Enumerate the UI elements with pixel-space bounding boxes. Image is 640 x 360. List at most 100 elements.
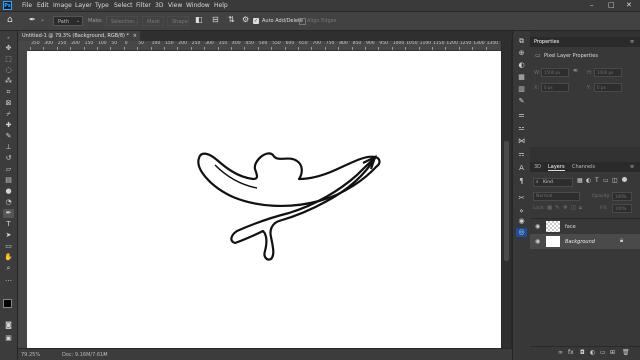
history-brush-tool-icon[interactable]: ↺ (3, 154, 14, 163)
channels-icon[interactable]: ⚎ (516, 150, 527, 159)
navigator-panel-icon[interactable]: ◉ (516, 217, 527, 226)
clone-stamp-tool-icon[interactable]: ⊥ (3, 143, 14, 152)
menu-filter[interactable]: Filter (136, 2, 151, 9)
menu-select[interactable]: Select (114, 2, 133, 9)
path-alignment-icon[interactable]: ⊟ (212, 15, 219, 24)
lock-pixels-icon[interactable]: ✎ (555, 205, 560, 211)
collapse-toolbar-icon[interactable]: » (3, 33, 14, 42)
trash-icon[interactable]: 🗑︎ (622, 349, 630, 356)
rectangle-tool-icon[interactable]: ▭ (3, 242, 14, 251)
character-panel-icon[interactable]: A (516, 164, 527, 173)
paragraph-panel-icon[interactable]: ¶ (516, 177, 527, 186)
link-dimensions-icon[interactable]: ∞ (573, 67, 578, 74)
lock-transparent-icon[interactable]: ▦ (547, 205, 552, 211)
menu-help[interactable]: Help (214, 2, 228, 9)
eyedropper-tool-icon[interactable]: ⌿ (3, 110, 14, 119)
layer-filter-select[interactable]: ⌕ Kind (533, 178, 573, 187)
menu-file[interactable]: File (22, 2, 32, 9)
more-tools-icon[interactable]: … (3, 275, 14, 284)
lock-all-icon[interactable]: 🔒︎ (579, 205, 582, 212)
make-selection-button[interactable]: Selection... (106, 16, 139, 26)
eye-icon[interactable]: ◉ (535, 238, 540, 245)
minimize-button[interactable]: – (590, 1, 594, 9)
lasso-tool-icon[interactable]: ◌ (3, 66, 14, 75)
hand-tool-icon[interactable]: ✋ (3, 253, 14, 262)
panel-menu-icon[interactable]: ≡ (630, 39, 634, 45)
zoom-tool-icon[interactable]: ⌕ (3, 264, 14, 273)
pen-tool-icon[interactable]: ✒ (3, 209, 14, 218)
tab-channels[interactable]: Channels (572, 164, 595, 170)
crop-tool-icon[interactable]: ⌗ (3, 88, 14, 97)
menu-3d[interactable]: 3D (155, 2, 163, 9)
eye-icon[interactable]: ◉ (535, 223, 540, 230)
layer-name[interactable]: face (565, 224, 576, 230)
path-selection-tool-icon[interactable]: ➤ (3, 231, 14, 240)
menu-layer[interactable]: Layer (75, 2, 92, 9)
layer-name[interactable]: Background (565, 239, 595, 245)
quick-select-tool-icon[interactable]: ⁂ (3, 77, 14, 86)
adjustments-panel-icon[interactable]: ⚌ (516, 111, 527, 120)
scrollbar-thumb[interactable] (504, 141, 509, 261)
layer-style-icon[interactable]: fx (568, 349, 574, 356)
healing-brush-tool-icon[interactable]: ✚ (3, 121, 14, 130)
tool-presets-icon[interactable]: ✂ (516, 194, 527, 203)
status-menu-icon[interactable]: › (103, 351, 105, 358)
gear-icon[interactable]: ⚙ (242, 15, 249, 24)
adjustment-layer-icon[interactable]: ◐ (590, 349, 595, 356)
brush-settings-icon[interactable]: ✎ (516, 97, 527, 106)
history-panel-icon[interactable]: ⧉ (516, 37, 527, 46)
document-tab[interactable]: Untitled-1 @ 79.3% (Background, RGB/8) *… (18, 31, 140, 41)
filter-smart-icon[interactable]: ◫ (612, 177, 618, 184)
marquee-tool-icon[interactable]: ⬚ (3, 55, 14, 64)
blur-tool-icon[interactable]: ● (3, 187, 14, 196)
menu-view[interactable]: View (168, 2, 182, 9)
close-window-button[interactable]: ✕ (626, 1, 632, 9)
home-icon[interactable]: ⌂ (7, 15, 13, 25)
new-layer-icon[interactable]: ⊞ (610, 349, 615, 356)
path-operations-icon[interactable]: ◧ (195, 15, 203, 24)
tab-layers[interactable]: Layers (548, 164, 565, 171)
width-field[interactable]: 1500 px (541, 68, 569, 77)
color-panel-icon[interactable]: ◐ (516, 61, 527, 70)
path-arrangement-icon[interactable]: ⇅ (228, 15, 235, 24)
screen-mode-icon[interactable]: ▣ (3, 334, 14, 343)
filter-shape-icon[interactable]: ▭ (603, 177, 609, 184)
blend-mode-select[interactable]: Normal (533, 192, 580, 201)
y-field[interactable]: 0 px (594, 83, 622, 92)
filter-type-icon[interactable]: T (595, 177, 599, 184)
lock-artboard-icon[interactable]: ◫ (571, 205, 576, 211)
styles-panel-icon[interactable]: ⚍ (516, 124, 527, 133)
menu-image[interactable]: Image (53, 2, 72, 9)
filter-pixel-icon[interactable]: ▦ (577, 177, 583, 184)
paths-panel-icon[interactable]: ⋈ (516, 137, 527, 146)
lock-position-icon[interactable]: ✥ (563, 205, 568, 211)
quick-mask-icon[interactable]: ◙ (3, 321, 14, 330)
filter-adjustment-icon[interactable]: ◐ (586, 177, 591, 184)
filter-toggle[interactable] (622, 177, 627, 182)
eraser-tool-icon[interactable]: ▱ (3, 165, 14, 174)
height-field[interactable]: 1000 px (594, 68, 622, 77)
frame-tool-icon[interactable]: ⊠ (3, 99, 14, 108)
new-group-icon[interactable]: ▭ (600, 349, 606, 356)
add-mask-icon[interactable]: ◘ (580, 349, 585, 356)
gradient-tool-icon[interactable]: ▤ (3, 176, 14, 185)
tab-3d[interactable]: 3D (534, 164, 541, 170)
layers-panel-menu-icon[interactable]: ≡ (630, 164, 634, 170)
link-layers-icon[interactable]: ∞ (558, 349, 563, 356)
opacity-field[interactable]: 100% (612, 192, 632, 201)
vertical-scrollbar[interactable] (502, 41, 511, 348)
dodge-tool-icon[interactable]: ◔ (3, 198, 14, 207)
maximize-button[interactable]: □ (608, 1, 615, 9)
make-shape-button[interactable]: Shape (167, 16, 189, 26)
preset-dropdown-icon[interactable]: ⌄ (40, 16, 45, 23)
brush-tool-icon[interactable]: ✎ (3, 132, 14, 141)
make-mask-button[interactable]: Mask (142, 16, 164, 26)
learn-panel-icon[interactable]: ⊕ (516, 49, 527, 58)
layer-row-background[interactable]: ◉ Background 🔒︎ (530, 234, 640, 249)
swatches-panel-icon[interactable]: ▦ (516, 73, 527, 82)
zoom-level[interactable]: 79.25% (21, 352, 40, 358)
3d-panel-icon[interactable]: ◎ (516, 228, 527, 237)
foreground-color-swatch[interactable] (3, 299, 12, 308)
x-field[interactable]: 0 px (541, 83, 569, 92)
document-canvas[interactable] (27, 51, 501, 348)
